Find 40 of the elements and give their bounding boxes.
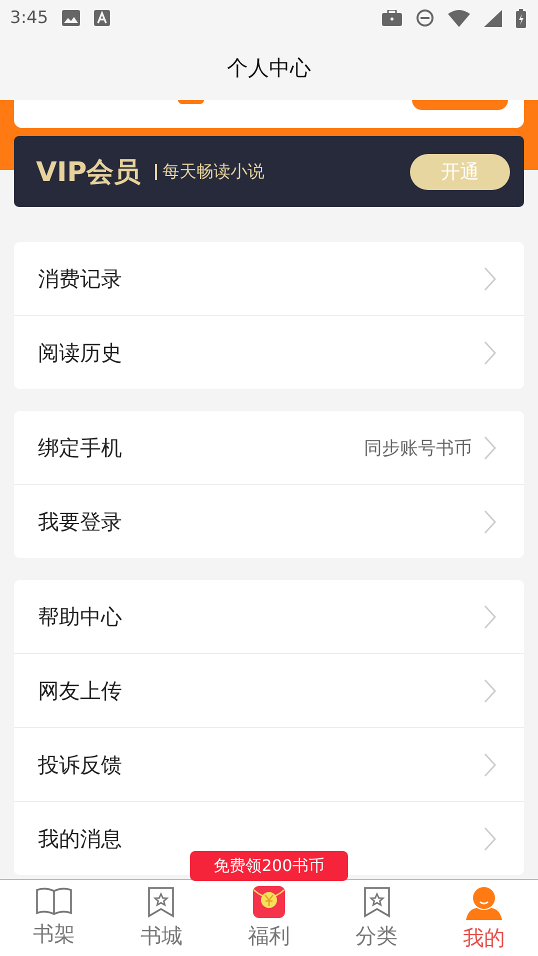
menu-item-label[interactable]: 绑定手机 (38, 434, 122, 462)
chevron-right-icon (484, 436, 496, 460)
person-icon (465, 886, 504, 920)
menu-item-hint: 同步账号书币 (364, 436, 472, 460)
chevron-right-icon (484, 826, 496, 850)
vip-subtitle: 每天畅读小说 (154, 164, 265, 180)
chevron-right-icon (484, 340, 496, 364)
menu-item-label[interactable]: 我的消息 (38, 824, 122, 852)
image-icon (62, 10, 80, 26)
bookmark-icon (362, 886, 391, 918)
tab-item[interactable]: 福利 (215, 880, 323, 956)
status-time: 3:45 (10, 8, 48, 28)
battery-icon (516, 8, 526, 28)
card-action-button[interactable] (412, 100, 508, 110)
menu-item-label[interactable]: 消费记录 (38, 264, 122, 292)
menu-item-label[interactable]: 网友上传 (38, 676, 122, 704)
vip-title: VIP会员 (36, 156, 141, 190)
promo-badge[interactable]: 免费领200书币 (190, 851, 348, 881)
do-not-disturb-icon (416, 9, 434, 27)
signal-icon (484, 10, 502, 26)
chevron-right-icon (484, 752, 496, 776)
tab-item[interactable]: 书架 (0, 880, 108, 956)
menu-item-label[interactable]: 我要登录 (38, 508, 122, 536)
chevron-right-icon (484, 510, 496, 534)
page-title: 个人中心 (227, 55, 311, 82)
briefcase-icon (382, 10, 402, 26)
font-icon (94, 10, 110, 26)
gift-envelope-icon (252, 886, 285, 918)
bookmark-icon (147, 886, 176, 918)
chevron-right-icon (484, 678, 496, 702)
tab-item[interactable]: 我的 (430, 880, 538, 956)
chevron-right-icon (484, 604, 496, 628)
chevron-right-icon (484, 266, 496, 290)
menu-item-label[interactable]: 投诉反馈 (38, 750, 122, 778)
tab-item[interactable]: 分类 (322, 880, 430, 956)
menu-item-label[interactable]: 帮助中心 (38, 602, 122, 630)
wifi-icon (448, 10, 470, 26)
book-icon (34, 886, 73, 916)
tab-item[interactable]: 书城 (108, 880, 216, 956)
menu-item-label[interactable]: 阅读历史 (38, 338, 122, 366)
